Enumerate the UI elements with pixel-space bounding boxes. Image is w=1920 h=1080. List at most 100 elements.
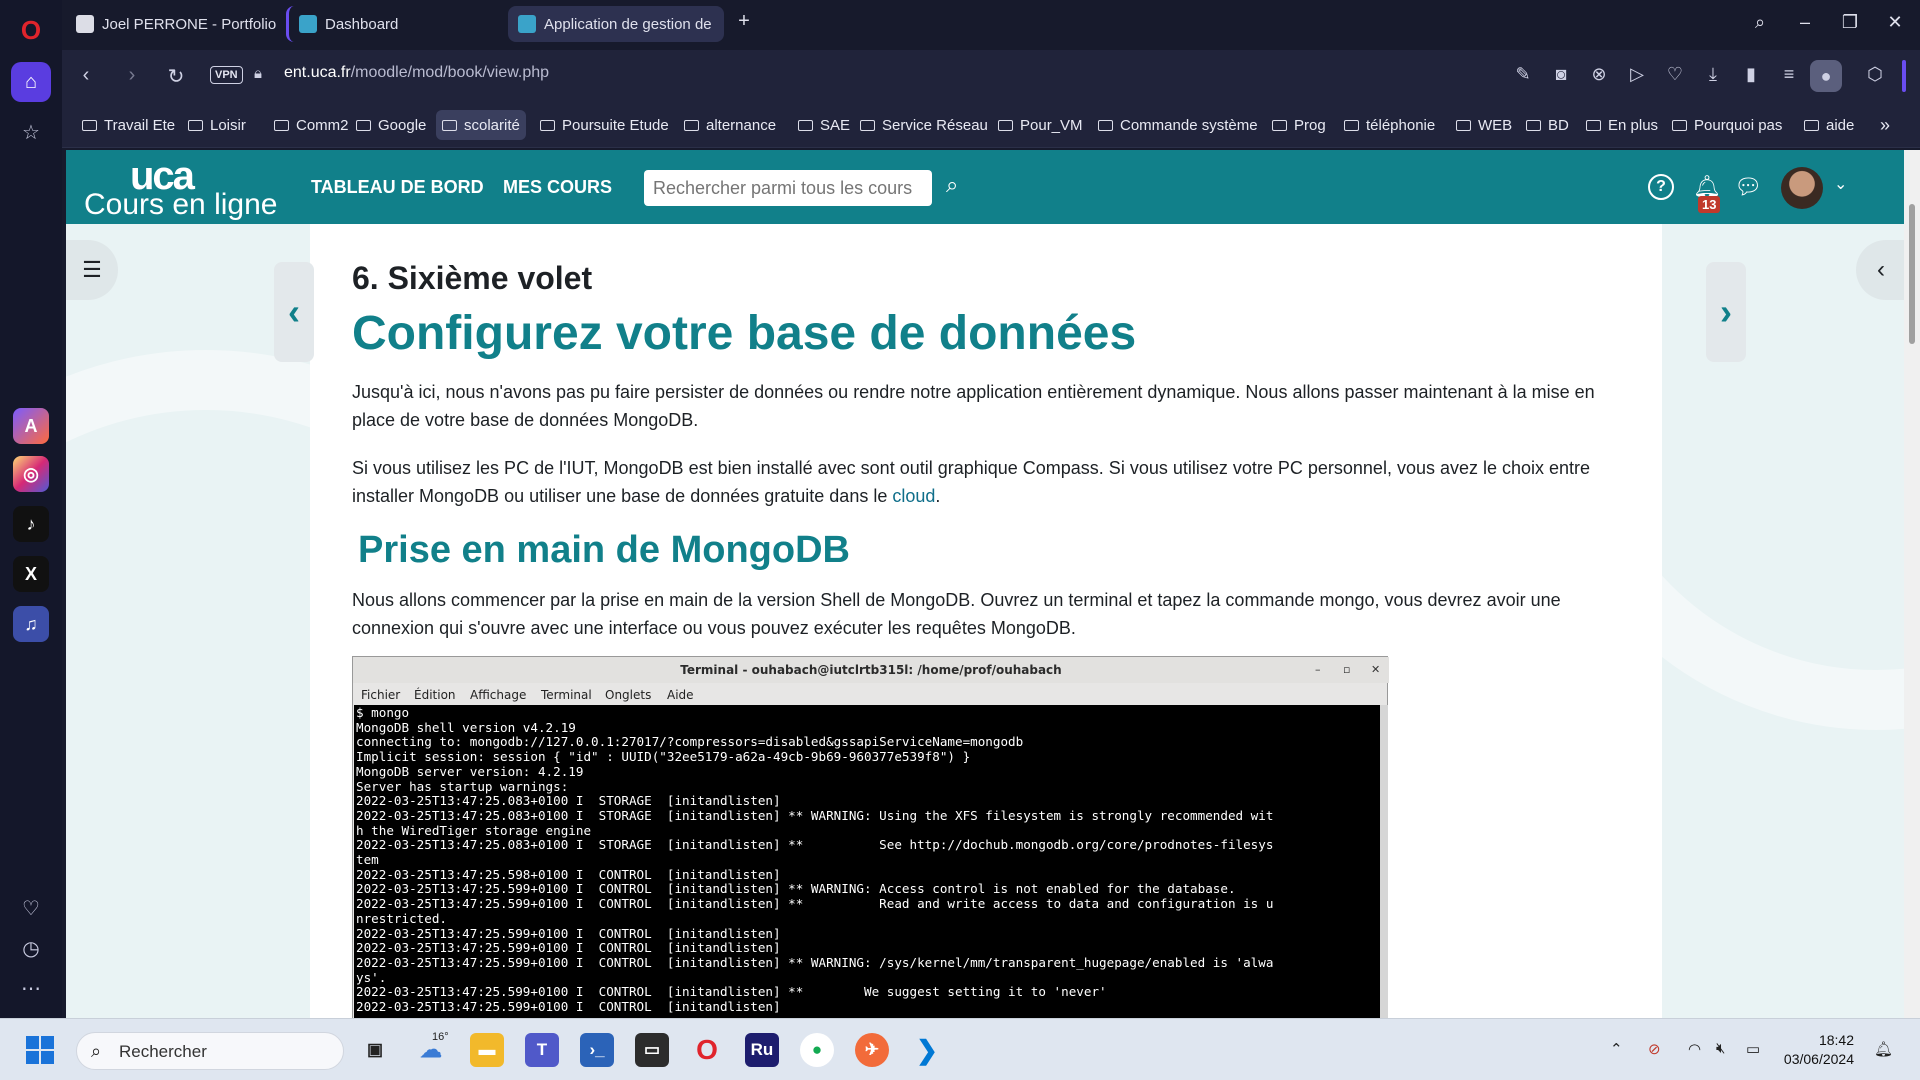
bookmark-folder[interactable]: Commande système bbox=[1092, 110, 1264, 140]
tray-overflow-icon[interactable]: ⌃ bbox=[1610, 1040, 1623, 1058]
course-search-input[interactable] bbox=[644, 170, 932, 206]
bookmark-folder[interactable]: Travail Ete bbox=[76, 110, 181, 140]
forward-icon[interactable]: › bbox=[118, 64, 146, 87]
vpn-badge[interactable]: VPN bbox=[210, 66, 243, 84]
bookmark-folder[interactable]: Google bbox=[350, 110, 432, 140]
terminal-maximize-icon: ▫ bbox=[1343, 663, 1351, 676]
terminal-line: tem bbox=[356, 852, 379, 868]
bookmarks-overflow-icon[interactable]: » bbox=[1874, 110, 1896, 140]
easy-setup-icon[interactable]: ≡ bbox=[1776, 64, 1802, 85]
security-alert-icon[interactable]: ⊘ bbox=[1648, 1040, 1661, 1058]
site-name[interactable]: Cours en ligne bbox=[84, 188, 277, 222]
file-explorer-icon[interactable]: ▬ bbox=[470, 1033, 504, 1067]
new-tab-plus-icon[interactable]: + bbox=[729, 10, 759, 33]
terminal-icon[interactable]: ▭ bbox=[635, 1033, 669, 1067]
notification-center-icon[interactable]: 🔔︎ bbox=[1874, 1040, 1893, 1058]
star-icon[interactable]: ☆ bbox=[11, 112, 51, 152]
lock-icon[interactable]: 🔒︎ bbox=[254, 65, 262, 82]
download-icon[interactable]: ⤓ bbox=[1700, 64, 1726, 85]
play-icon[interactable]: ▷ bbox=[1624, 64, 1650, 85]
previous-chapter-icon[interactable]: ‹ bbox=[274, 262, 314, 362]
url-field[interactable]: ent.uca.fr/moodle/mod/book/view.php bbox=[284, 64, 549, 82]
bookmark-folder[interactable]: Comm2 bbox=[268, 110, 355, 140]
adblock-icon[interactable]: ⊗ bbox=[1586, 64, 1612, 85]
nav-my-courses-link[interactable]: MES COURS bbox=[503, 177, 612, 198]
scrollbar-thumb[interactable] bbox=[1909, 204, 1915, 344]
battery-saver-icon[interactable]: ▮ bbox=[1738, 64, 1764, 85]
search-icon: ⌕ bbox=[91, 1041, 102, 1061]
opera-logo-icon[interactable]: O bbox=[11, 10, 51, 50]
bookmark-folder[interactable]: Prog bbox=[1266, 110, 1332, 140]
profile-icon[interactable]: ● bbox=[1810, 60, 1842, 92]
bookmark-label: Commande système bbox=[1120, 116, 1258, 134]
chevron-down-icon[interactable]: ⌄ bbox=[1834, 174, 1847, 194]
maximize-icon[interactable]: ❐ bbox=[1835, 12, 1865, 33]
cloud-link[interactable]: cloud bbox=[892, 486, 935, 506]
postman-icon[interactable]: ✈ bbox=[855, 1033, 889, 1067]
next-chapter-icon[interactable]: › bbox=[1706, 262, 1746, 362]
opera-icon[interactable]: O bbox=[690, 1033, 724, 1067]
heart-icon[interactable]: ♡ bbox=[11, 888, 51, 928]
powershell-icon[interactable]: ›_ bbox=[580, 1033, 614, 1067]
system-clock[interactable]: 18:42 03/06/2024 bbox=[1778, 1031, 1854, 1069]
terminal-menu-item: Terminal bbox=[541, 688, 592, 702]
bookmark-folder[interactable]: aide bbox=[1798, 110, 1860, 140]
volume-muted-icon[interactable]: 🔇︎ bbox=[1716, 1040, 1725, 1057]
bookmark-folder[interactable]: alternance bbox=[678, 110, 782, 140]
bookmark-folder[interactable]: Loisir bbox=[182, 110, 252, 140]
back-icon[interactable]: ‹ bbox=[72, 64, 100, 87]
teams-icon[interactable]: T bbox=[525, 1033, 559, 1067]
mongodb-compass-icon[interactable]: ● bbox=[800, 1033, 834, 1067]
rufus-icon[interactable]: Ru bbox=[745, 1033, 779, 1067]
bookmark-folder[interactable]: WEB bbox=[1450, 110, 1518, 140]
bookmark-folder[interactable]: Pour_VM bbox=[992, 110, 1089, 140]
music-player-icon[interactable]: ♫ bbox=[13, 606, 49, 642]
help-icon[interactable]: ? bbox=[1648, 174, 1674, 200]
folder-icon bbox=[442, 119, 457, 131]
tab-dashboard[interactable]: Dashboard bbox=[286, 6, 462, 42]
x-twitter-icon[interactable]: X bbox=[13, 556, 49, 592]
bookmark-label: Google bbox=[378, 116, 427, 134]
url-host: ent.uca.fr bbox=[284, 64, 351, 81]
folder-icon bbox=[1456, 119, 1471, 131]
bookmark-folder[interactable]: Pourquoi pas bbox=[1666, 110, 1788, 140]
home-icon[interactable]: ⌂ bbox=[11, 62, 51, 102]
instagram-icon[interactable]: ◎ bbox=[13, 456, 49, 492]
taskbar-search-box[interactable]: ⌕ Rechercher bbox=[76, 1032, 344, 1070]
tab-application-gestion[interactable]: Application de gestion de bbox=[508, 6, 724, 42]
edit-page-icon[interactable]: ✎ bbox=[1510, 64, 1536, 85]
extensions-cube-icon[interactable]: ⬡ bbox=[1862, 64, 1888, 85]
aria-icon[interactable]: A bbox=[13, 408, 49, 444]
reload-icon[interactable]: ↻ bbox=[162, 64, 190, 89]
windows-start-icon[interactable] bbox=[26, 1036, 54, 1064]
bookmark-folder[interactable]: téléphonie bbox=[1338, 110, 1441, 140]
tab-portfolio[interactable]: Joel PERRONE - Portfolio bbox=[66, 6, 278, 42]
camera-snapshot-icon[interactable]: ◙ bbox=[1548, 64, 1574, 85]
intro-paragraph: Jusqu'à ici, nous n'avons pas pu faire p… bbox=[352, 382, 1595, 430]
bookmark-folder[interactable]: En plus bbox=[1580, 110, 1664, 140]
search-icon[interactable]: ⌕ bbox=[946, 172, 958, 198]
bookmark-folder[interactable]: Service Réseau bbox=[854, 110, 994, 140]
favorites-heart-icon[interactable]: ♡ bbox=[1662, 64, 1688, 85]
tiktok-icon[interactable]: ♪ bbox=[13, 506, 49, 542]
bookmark-folder[interactable]: Poursuite Etude bbox=[534, 110, 675, 140]
close-window-icon[interactable]: ✕ bbox=[1880, 12, 1910, 33]
terminal-line: 2022-03-25T13:47:25.599+0100 I CONTROL [… bbox=[356, 896, 1274, 912]
battery-icon[interactable]: ▭ bbox=[1746, 1040, 1760, 1058]
page-scrollbar[interactable] bbox=[1904, 150, 1920, 1018]
tab-search-icon[interactable]: ⌕ bbox=[1745, 12, 1775, 33]
more-dots-icon[interactable]: ⋯ bbox=[11, 968, 51, 1008]
bookmark-folder[interactable]: SAE bbox=[792, 110, 856, 140]
bookmark-folder-active[interactable]: scolarité bbox=[436, 110, 526, 140]
terminal-line: MongoDB shell version v4.2.19 bbox=[356, 719, 576, 735]
vscode-icon[interactable]: ❯ bbox=[910, 1033, 944, 1067]
task-view-icon[interactable]: ▣ bbox=[358, 1033, 392, 1067]
history-clock-icon[interactable]: ◷ bbox=[11, 928, 51, 968]
nav-dashboard-link[interactable]: TABLEAU DE BORD bbox=[311, 177, 484, 198]
wifi-icon[interactable]: ◠ bbox=[1688, 1040, 1701, 1058]
course-index-toggle-icon[interactable]: ☰ bbox=[66, 240, 118, 300]
bookmark-folder[interactable]: BD bbox=[1520, 110, 1575, 140]
minimize-icon[interactable]: – bbox=[1790, 12, 1820, 33]
user-avatar[interactable] bbox=[1781, 167, 1823, 209]
messages-icon[interactable]: 💬︎ bbox=[1734, 174, 1762, 200]
